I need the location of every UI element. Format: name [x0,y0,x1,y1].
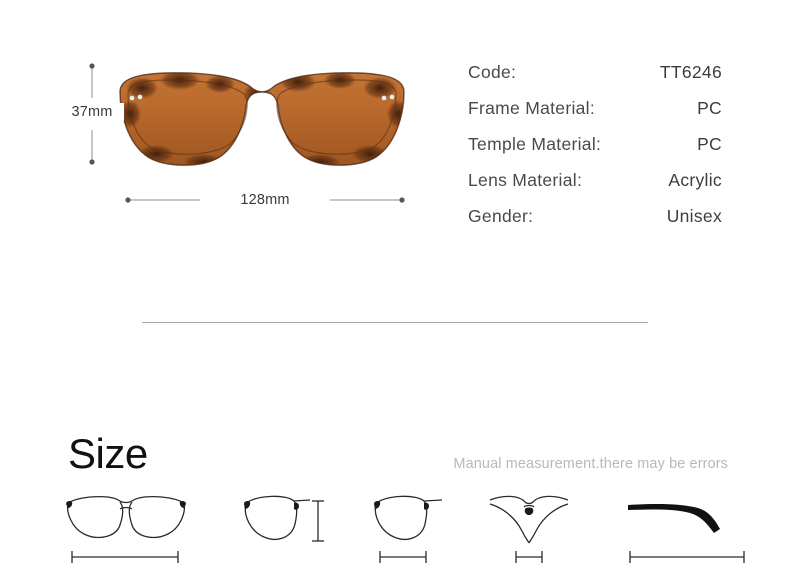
size-icon-row [0,487,790,569]
lens-width-icon [368,487,458,569]
spec-value: PC [697,134,722,154]
product-photo [112,58,412,180]
bridge-width-icon [486,487,572,569]
specification-table: Code: TT6246 Frame Material: PC Temple M… [468,54,722,234]
measurement-disclaimer: Manual measurement.there may be errors [453,456,728,472]
spec-row-code: Code: TT6246 [468,54,722,90]
spec-row-temple-material: Temple Material: PC [468,126,722,162]
spec-value: TT6246 [659,62,722,82]
size-section-heading: Size [68,430,148,477]
spec-row-frame-material: Frame Material: PC [468,90,722,126]
dimension-width-label: 128mm [200,191,330,209]
spec-label: Temple Material: [468,134,602,154]
lens-height-icon [232,487,332,569]
dimension-height-label: 37mm [60,103,124,121]
spec-label: Gender: [468,206,534,226]
spec-label: Lens Material: [468,170,583,190]
spec-row-lens-material: Lens Material: Acrylic [468,162,722,198]
spec-row-gender: Gender: Unisex [468,198,722,234]
spec-label: Code: [468,62,517,82]
spec-value: Unisex [666,206,722,226]
product-spec-page: 37mm 128mm Code: TT6246 Frame Material: … [0,0,790,576]
frame-total-width-icon [62,487,190,569]
section-divider [142,322,648,323]
spec-value: Acrylic [668,170,722,190]
temple-length-icon [620,487,762,569]
spec-value: PC [697,98,722,118]
spec-label: Frame Material: [468,98,596,118]
